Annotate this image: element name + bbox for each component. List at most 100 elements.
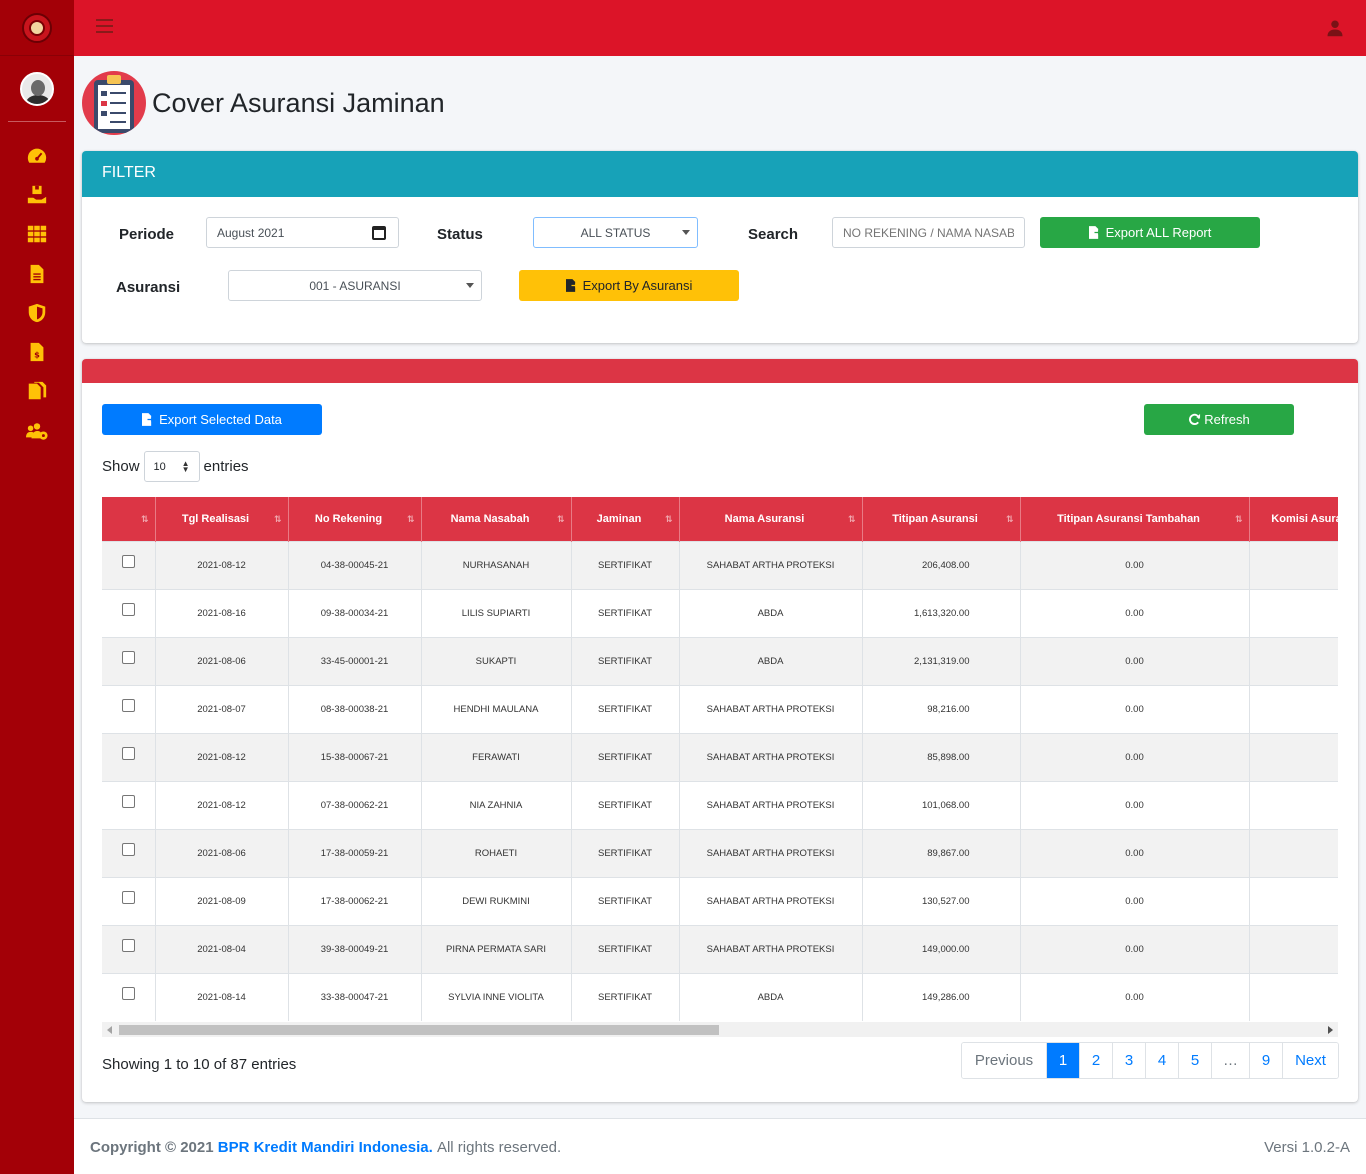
table-row[interactable]: 2021-08-14 33-38-00047-21 SYLVIA INNE VIOL…	[102, 972, 1338, 1021]
sidebar-item-insurance[interactable]	[0, 293, 74, 332]
column-header[interactable]: No Rekening ⇅	[288, 497, 422, 541]
row-checkbox[interactable]	[121, 890, 135, 904]
page-header: Cover Asuransi Jaminan	[82, 70, 445, 136]
table-cell: 2,131,319.00	[862, 636, 1021, 685]
copyright-text: Copyright © 2021	[90, 1139, 214, 1156]
search-input[interactable]	[832, 217, 1025, 248]
column-header[interactable]: Komisi Asuransi⇅	[1249, 497, 1338, 541]
asuransi-select[interactable]: 001 - ASURANSI	[228, 270, 482, 301]
column-header[interactable]: ⇅	[102, 497, 156, 541]
export-all-report-button[interactable]: Export ALL Report	[1040, 217, 1260, 248]
column-header[interactable]: Jaminan ⇅	[571, 497, 680, 541]
export-by-asuransi-button[interactable]: Export By Asuransi	[519, 270, 739, 301]
sidebar-item-copies[interactable]	[0, 372, 74, 411]
column-header[interactable]: Nama Nasabah ⇅	[421, 497, 572, 541]
row-checkbox[interactable]	[121, 650, 135, 664]
pagination-page[interactable]: 4	[1145, 1043, 1178, 1078]
table-cell: SERTIFIKAT	[571, 828, 680, 877]
column-header[interactable]: Nama Asuransi ⇅	[679, 497, 863, 541]
table-cell: 2021-08-06	[155, 636, 289, 685]
table-row[interactable]: 2021-08-04 39-38-00049-21 PIRNA PERMATA SA…	[102, 924, 1338, 973]
table-row[interactable]: 2021-08-09 17-38-00062-21 DEWI RUKMINI SERT…	[102, 876, 1338, 925]
table-row[interactable]: 2021-08-06 17-38-00059-21 ROHAETI SERTIFIKA…	[102, 828, 1338, 877]
row-checkbox[interactable]	[121, 938, 135, 952]
column-header[interactable]: Titipan Asuransi Tambahan ⇅	[1020, 497, 1250, 541]
table-cell: PIRNA PERMATA SARI	[421, 924, 572, 973]
table-cell: 09-38-00034-21	[288, 588, 422, 637]
page-length-select[interactable]: 10 ▲ ▼	[143, 451, 200, 482]
pagination-next[interactable]: Next	[1282, 1043, 1338, 1078]
table-row[interactable]: 2021-08-12 07-38-00062-21 NIA ZAHNIA SERTIF…	[102, 780, 1338, 829]
scrollbar-thumb[interactable]	[119, 1025, 719, 1035]
filter-card-title: FILTER	[82, 151, 1358, 197]
table-cell: SAHABAT ARTHA PROTEKSI	[679, 732, 863, 781]
show-label: Show	[102, 458, 140, 475]
sidebar-divider	[8, 121, 66, 122]
table-cell: SERTIFIKAT	[571, 780, 680, 829]
sidebar-brand[interactable]	[0, 0, 74, 56]
user-icon[interactable]	[1326, 19, 1344, 37]
table-cell: 2021-08-12	[155, 732, 289, 781]
brand-link[interactable]: BPR Kredit Mandiri Indonesia.	[218, 1139, 433, 1156]
export-selected-label: Export Selected Data	[159, 412, 282, 427]
pagination-page[interactable]: 3	[1112, 1043, 1145, 1078]
menu-toggle-icon[interactable]	[96, 19, 113, 35]
table-cell: SERTIFIKAT	[571, 924, 680, 973]
row-checkbox[interactable]	[121, 602, 135, 616]
export-selected-button[interactable]: Export Selected Data	[102, 404, 322, 435]
pagination-previous[interactable]: Previous	[962, 1043, 1046, 1078]
status-select[interactable]: ALL STATUS	[533, 217, 698, 248]
table-cell: NIA ZAHNIA	[421, 780, 572, 829]
table-cell: SAHABAT ARTHA PROTEKSI	[679, 828, 863, 877]
table-cell: 0.00	[1249, 588, 1338, 637]
table-row[interactable]: 2021-08-12 04-38-00045-21 NURHASANAH SERTIF…	[102, 540, 1338, 589]
pagination-page[interactable]: 9	[1249, 1043, 1282, 1078]
table-cell: SAHABAT ARTHA PROTEKSI	[679, 540, 863, 589]
column-header[interactable]: Tgl Realisasi ⇅	[155, 497, 289, 541]
row-checkbox[interactable]	[121, 986, 135, 1000]
table-cell: 85,898.00	[862, 732, 1021, 781]
pagination-page[interactable]: 5	[1178, 1043, 1211, 1078]
scroll-left-icon[interactable]	[107, 1026, 112, 1034]
row-checkbox[interactable]	[121, 698, 135, 712]
horizontal-scrollbar[interactable]	[102, 1022, 1338, 1037]
column-header[interactable]: Titipan Asuransi ⇅	[862, 497, 1021, 541]
brand-logo[interactable]	[22, 12, 52, 43]
table-row[interactable]: 2021-08-06 33-45-00001-21 SUKAPTI SERTIFIKA…	[102, 636, 1338, 685]
table-cell: 2021-08-09	[155, 876, 289, 925]
periode-month-input[interactable]: August 2021	[206, 217, 399, 248]
table-row[interactable]: 2021-08-12 15-38-00067-21 FERAWATI SERTIFIK…	[102, 732, 1338, 781]
calendar-icon[interactable]	[372, 226, 386, 240]
sort-icon: ⇅	[406, 514, 415, 524]
pagination-page[interactable]: 2	[1079, 1043, 1112, 1078]
avatar[interactable]	[20, 72, 54, 106]
table-row[interactable]: 2021-08-07 08-38-00038-21 HENDHI MAULANA SE…	[102, 684, 1338, 733]
data-card-header	[82, 359, 1358, 383]
data-table-container: ⇅ Tgl Realisasi ⇅ No Rekening ⇅ Nama Nasab…	[102, 497, 1338, 1040]
sidebar-item-grid[interactable]	[0, 215, 74, 254]
stepper-arrows-icon: ▲ ▼	[181, 459, 190, 474]
row-checkbox[interactable]	[121, 554, 135, 568]
sidebar-item-dashboard[interactable]	[0, 136, 74, 175]
sidebar-item-invoices[interactable]: $	[0, 332, 74, 371]
sidebar-item-documents[interactable]	[0, 254, 74, 293]
table-cell: 0.00	[1249, 540, 1338, 589]
row-checkbox[interactable]	[121, 842, 135, 856]
sort-icon: ⇅	[847, 514, 856, 524]
table-row[interactable]: 2021-08-16 09-38-00034-21 LILIS SUPIARTI SE…	[102, 588, 1338, 637]
table-cell: 2021-08-07	[155, 684, 289, 733]
refresh-button[interactable]: Refresh	[1144, 404, 1294, 435]
footer: Copyright © 2021 BPR Kredit Mandiri Indo…	[74, 1118, 1366, 1174]
table-cell: 22,661.	[1249, 780, 1338, 829]
sidebar-item-products[interactable]	[0, 175, 74, 214]
sidebar-item-users[interactable]	[0, 411, 74, 450]
export-all-report-label: Export ALL Report	[1105, 225, 1212, 240]
scroll-right-icon[interactable]	[1328, 1026, 1333, 1034]
table-cell: 0.00	[1020, 924, 1250, 973]
table-cell: NURHASANAH	[421, 540, 572, 589]
row-checkbox[interactable]	[121, 746, 135, 760]
row-checkbox[interactable]	[121, 794, 135, 808]
table-cell: SERTIFIKAT	[571, 732, 680, 781]
pagination-page[interactable]: 1	[1046, 1043, 1079, 1078]
table-cell: 0.00	[1020, 828, 1250, 877]
